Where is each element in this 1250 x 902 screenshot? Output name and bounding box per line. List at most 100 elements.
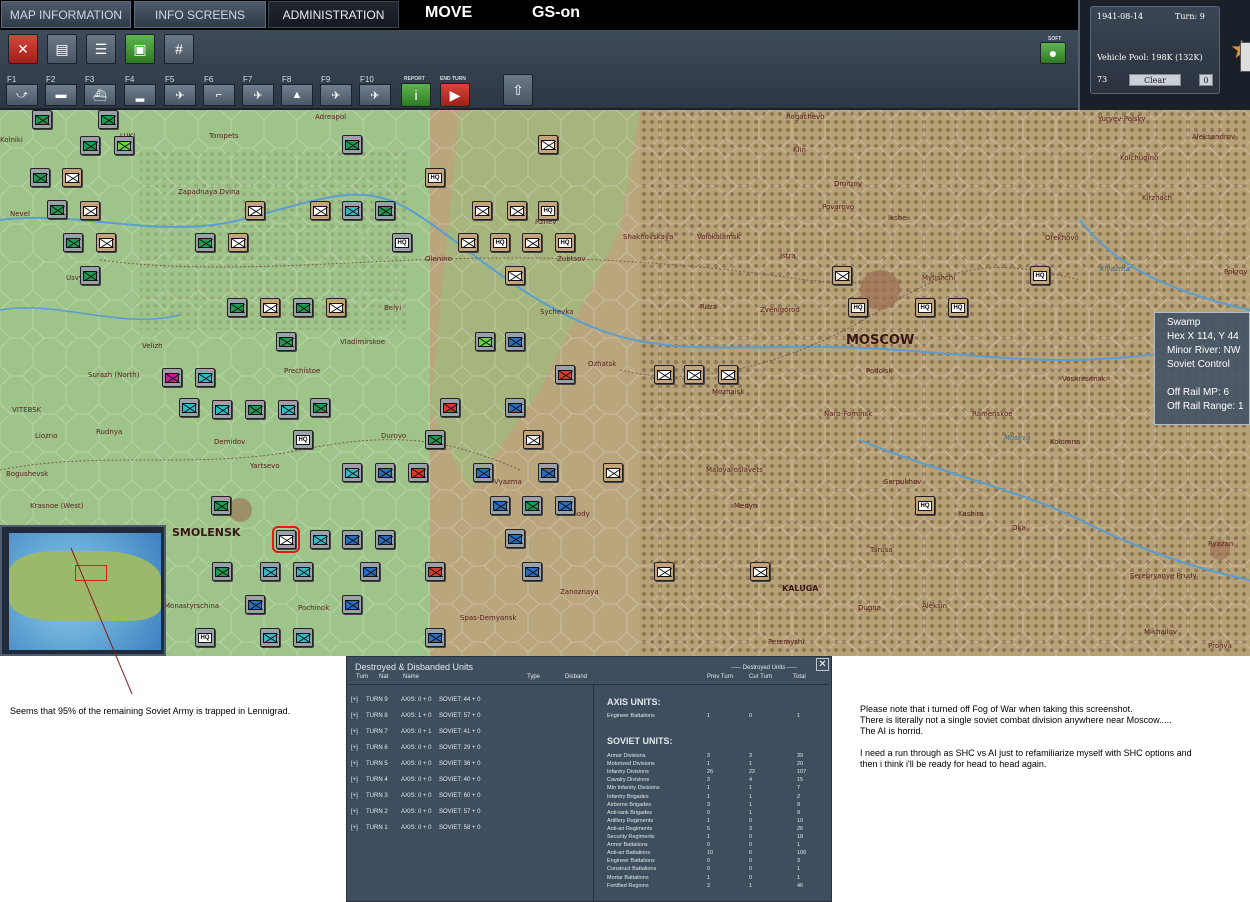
move-icon[interactable]: ⤻: [6, 84, 38, 106]
end-turn-icon[interactable]: ▶: [440, 83, 470, 107]
unit-counter-axis[interactable]: [832, 266, 852, 285]
unit-counter[interactable]: [293, 298, 313, 317]
unit-counter[interactable]: [425, 628, 445, 647]
unit-counter[interactable]: [555, 365, 575, 384]
unit-counter[interactable]: [360, 562, 380, 581]
unit-counter[interactable]: [293, 562, 313, 581]
unit-counter-hq[interactable]: HQ: [392, 233, 412, 252]
unit-counter[interactable]: [195, 368, 215, 387]
unit-counter[interactable]: [555, 496, 575, 515]
expand-toggle[interactable]: [+]: [351, 697, 358, 703]
tab-map-information[interactable]: MAP INFORMATION: [1, 1, 131, 28]
unit-counter[interactable]: [342, 463, 362, 482]
expand-toggle[interactable]: [+]: [351, 793, 358, 799]
unit-counter[interactable]: [473, 463, 493, 482]
game-map[interactable]: LUKI Toropets Adreapol Rogachevo Klin Ko…: [0, 110, 1250, 656]
unit-counter-axis-hq[interactable]: HQ: [490, 233, 510, 252]
expand-toggle[interactable]: [+]: [351, 777, 358, 783]
unit-counter[interactable]: [30, 168, 50, 187]
unit-counter[interactable]: [227, 298, 247, 317]
unit-counter-axis-hq[interactable]: HQ: [848, 298, 868, 317]
unit-counter[interactable]: [212, 562, 232, 581]
unit-counter-axis[interactable]: [260, 298, 280, 317]
unit-counter[interactable]: [342, 530, 362, 549]
close-icon[interactable]: ✕: [8, 34, 38, 64]
unit-counter[interactable]: [114, 136, 134, 155]
unit-counter[interactable]: [342, 201, 362, 220]
minimap-viewport[interactable]: [75, 565, 107, 581]
unit-counter[interactable]: [490, 496, 510, 515]
unit-counter[interactable]: [425, 430, 445, 449]
unit-counter[interactable]: [310, 530, 330, 549]
unit-counter[interactable]: [98, 110, 118, 129]
unit-counter[interactable]: [195, 233, 215, 252]
unit-counter-axis[interactable]: [523, 430, 543, 449]
unit-counter-axis-hq[interactable]: HQ: [425, 168, 445, 187]
expand-toggle[interactable]: [+]: [351, 825, 358, 831]
unit-counter[interactable]: [80, 136, 100, 155]
unit-counter-axis[interactable]: [326, 298, 346, 317]
unit-counter[interactable]: [425, 562, 445, 581]
unit-counter-axis[interactable]: [507, 201, 527, 220]
save-icon[interactable]: ▣: [125, 34, 155, 64]
expand-toggle[interactable]: [+]: [351, 809, 358, 815]
document-icon[interactable]: ▤: [47, 34, 77, 64]
minimap-view[interactable]: [9, 533, 161, 650]
unit-counter[interactable]: [32, 110, 52, 129]
unit-counter[interactable]: [212, 400, 232, 419]
unit-counter-axis[interactable]: [750, 562, 770, 581]
unit-counter[interactable]: [63, 233, 83, 252]
unit-counter[interactable]: [162, 368, 182, 387]
airbase-icon[interactable]: ⌐: [203, 84, 235, 106]
unit-counter[interactable]: [505, 398, 525, 417]
unit-counter[interactable]: [310, 398, 330, 417]
tab-info-screens[interactable]: INFO SCREENS: [134, 1, 266, 28]
unit-counter[interactable]: [245, 400, 265, 419]
ship-icon[interactable]: ▂: [124, 84, 156, 106]
unit-counter-hq[interactable]: HQ: [195, 628, 215, 647]
unit-counter[interactable]: [522, 562, 542, 581]
unit-counter[interactable]: [375, 463, 395, 482]
unit-counter-axis[interactable]: [684, 365, 704, 384]
unit-counter-axis-hq[interactable]: HQ: [1030, 266, 1050, 285]
unit-counter-axis[interactable]: [718, 365, 738, 384]
unit-counter[interactable]: [375, 201, 395, 220]
unit-counter[interactable]: [293, 628, 313, 647]
unit-counter[interactable]: [179, 398, 199, 417]
ship-icon[interactable]: ⛴: [84, 84, 116, 106]
unit-counter[interactable]: [260, 562, 280, 581]
unit-counter-axis[interactable]: [603, 463, 623, 482]
expand-toggle[interactable]: [+]: [351, 713, 358, 719]
unit-counter-axis[interactable]: [245, 201, 265, 220]
expand-toggle[interactable]: [+]: [351, 729, 358, 735]
unit-counter-axis[interactable]: [96, 233, 116, 252]
unit-counter[interactable]: [342, 595, 362, 614]
unit-counter[interactable]: [245, 595, 265, 614]
info-icon[interactable]: i: [401, 83, 431, 107]
unit-counter-axis-hq[interactable]: HQ: [915, 298, 935, 317]
unit-counter[interactable]: [475, 332, 495, 351]
unit-counter[interactable]: [80, 266, 100, 285]
unit-counter[interactable]: [522, 496, 542, 515]
air-icon[interactable]: ✈: [242, 84, 274, 106]
zero-button[interactable]: 0: [1199, 74, 1213, 86]
unit-counter[interactable]: [440, 398, 460, 417]
unit-counter-hq[interactable]: HQ: [293, 430, 313, 449]
unit-counter-axis-hq[interactable]: HQ: [555, 233, 575, 252]
unit-counter[interactable]: [375, 530, 395, 549]
unit-counter-axis[interactable]: [538, 135, 558, 154]
unit-counter[interactable]: [260, 628, 280, 647]
unit-counter[interactable]: [276, 332, 296, 351]
list-icon[interactable]: ☰: [86, 34, 116, 64]
unit-counter[interactable]: [47, 200, 67, 219]
expand-toggle[interactable]: [+]: [351, 745, 358, 751]
unit-counter[interactable]: [505, 332, 525, 351]
unit-counter[interactable]: [211, 496, 231, 515]
unit-counter-axis[interactable]: [62, 168, 82, 187]
unit-counter-axis[interactable]: [80, 201, 100, 220]
air-icon[interactable]: ✈: [359, 84, 391, 106]
unit-counter-axis[interactable]: [654, 562, 674, 581]
unit-counter-selected[interactable]: [272, 526, 300, 553]
terrain-icon[interactable]: ▲: [281, 84, 313, 106]
unit-counter-axis[interactable]: [458, 233, 478, 252]
